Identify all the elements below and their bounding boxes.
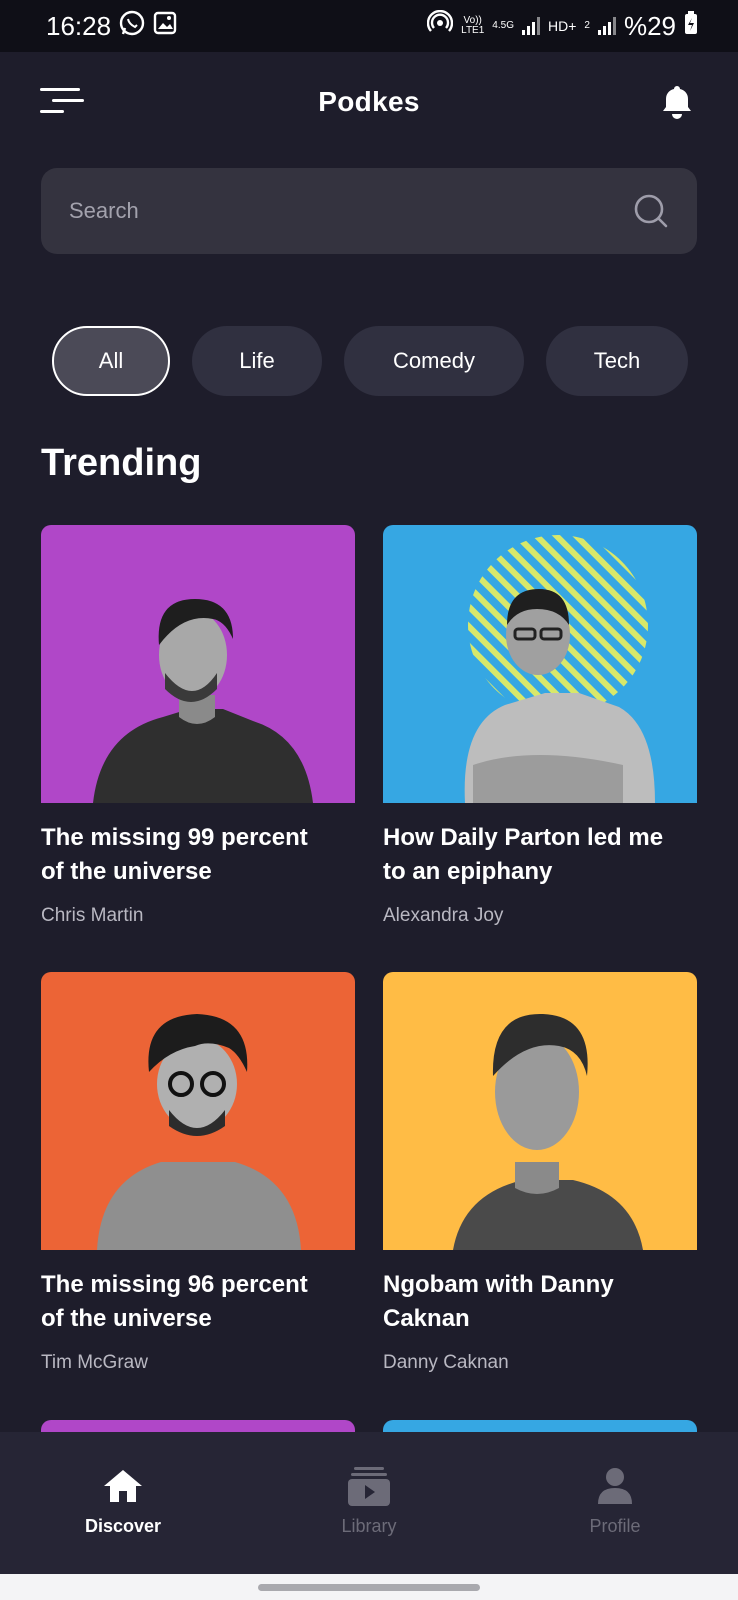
library-icon	[348, 1467, 390, 1506]
hotspot-icon	[426, 9, 454, 43]
podcast-author: Danny Caknan	[383, 1352, 509, 1373]
podcast-card[interactable]: Ngobam with Danny Caknan Danny Caknan	[383, 972, 697, 1374]
gallery-icon	[153, 11, 177, 42]
status-time: 16:28	[46, 10, 112, 41]
podcast-author: Tim McGraw	[41, 1352, 148, 1373]
chip-comedy[interactable]: Comedy	[344, 326, 524, 396]
bottom-navigation: Discover Library Profile	[0, 1432, 738, 1574]
battery-percent: %29	[623, 10, 676, 41]
hd-indicator: HD+	[547, 18, 577, 34]
notifications-button[interactable]	[662, 84, 692, 120]
search-icon[interactable]	[633, 193, 669, 229]
chip-life[interactable]: Life	[192, 326, 322, 396]
nav-profile[interactable]: Profile	[535, 1466, 695, 1537]
menu-button[interactable]	[40, 86, 86, 116]
chip-all[interactable]: All	[52, 326, 170, 396]
podcast-title: The missing 96 percent of the universe	[41, 1271, 308, 1332]
sim2-indicator: 2	[584, 20, 590, 31]
search-bar[interactable]	[41, 168, 697, 254]
battery-icon	[684, 10, 698, 42]
home-gesture-handle[interactable]	[258, 1584, 480, 1591]
nav-library[interactable]: Library	[289, 1466, 449, 1537]
podcast-title: The missing 99 percent of the universe	[41, 824, 308, 885]
whatsapp-icon	[119, 10, 145, 43]
podcast-card[interactable]: How Daily Parton led me to an epiphany A…	[383, 525, 697, 927]
trending-title: Trending	[41, 442, 202, 484]
volte-indicator: Vo)) LTE1	[461, 15, 485, 36]
status-bar: 16:28 Vo)) LTE1 4.5G HD+ 2 %29	[0, 0, 738, 52]
signal-2-icon	[597, 17, 616, 35]
home-icon	[104, 1470, 142, 1502]
podcast-cover-art	[383, 972, 697, 1250]
podcast-cover-art	[41, 525, 355, 803]
menu-icon	[40, 88, 84, 113]
nav-discover[interactable]: Discover	[43, 1466, 203, 1537]
nav-label: Discover	[84, 1516, 162, 1536]
podcast-card[interactable]: The missing 99 percent of the universe C…	[41, 525, 355, 927]
podcast-cover-art	[383, 525, 697, 803]
podcast-author: Chris Martin	[41, 905, 144, 926]
profile-icon	[598, 1468, 632, 1504]
app-title: Podkes	[318, 86, 420, 117]
podcast-card[interactable]: The missing 96 percent of the universe T…	[41, 972, 355, 1374]
bell-icon	[663, 86, 691, 119]
search-input[interactable]	[69, 198, 633, 224]
category-chips: All Life Comedy Tech	[52, 326, 688, 396]
podcast-title: Ngobam with Danny Caknan	[383, 1271, 614, 1332]
podcast-author: Alexandra Joy	[383, 905, 504, 926]
chip-tech[interactable]: Tech	[546, 326, 688, 396]
podcast-cover-art	[41, 972, 355, 1250]
system-gesture-bar	[0, 1574, 738, 1600]
signal-icon	[521, 17, 540, 35]
nav-label: Profile	[589, 1516, 641, 1536]
network-type: 4.5G	[492, 20, 514, 31]
nav-label: Library	[341, 1516, 397, 1536]
app-header: Podkes	[0, 52, 738, 152]
podcast-title: How Daily Parton led me to an epiphany	[383, 824, 664, 885]
